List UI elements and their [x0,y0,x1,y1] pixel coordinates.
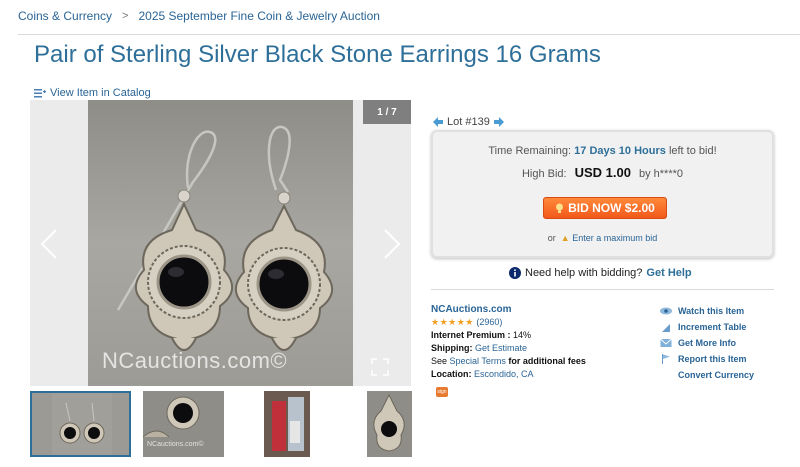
watch-item-label: Watch this Item [678,306,745,316]
seller-link[interactable]: NCAuctions.com [431,304,512,315]
thumbnail-3[interactable] [264,391,310,457]
get-more-info-label: Get More Info [678,338,736,348]
rating-stars-icon: ★★★★★ [431,317,474,327]
convert-currency-link[interactable]: Convert Currency [660,367,754,383]
arrow-up-icon: ▲ [560,233,570,243]
info-icon [509,267,521,279]
breadcrumb-link-auction[interactable]: 2025 September Fine Coin & Jewelry Aucti… [138,9,379,23]
breadcrumb: Coins & Currency > 2025 September Fine C… [18,9,380,23]
fullscreen-icon[interactable] [371,358,389,376]
image-counter: 1 / 7 [363,100,411,124]
shipping-label: Shipping: [431,343,473,353]
high-bid-label: High Bid: [521,168,567,180]
next-lot-arrow-icon[interactable] [493,117,504,127]
view-in-catalog-label: View Item in Catalog [50,87,151,99]
or-text: or [547,233,556,243]
get-help-link[interactable]: Get Help [646,267,691,279]
report-item-label: Report this Item [678,354,747,364]
bidding-help: Need help with bidding? Get Help [509,267,692,279]
help-divider [431,289,774,290]
sign-badge-icon: sign [436,387,448,397]
terms-suffix: for additional fees [508,356,586,366]
list-icon [34,88,46,97]
flag-icon [662,354,670,364]
thumbnail-strip: NCauctions.com© [30,391,412,457]
lot-number: Lot #139 [447,116,490,128]
header-divider [18,34,800,35]
previous-lot-arrow-icon[interactable] [433,117,443,127]
view-in-catalog-link[interactable]: View Item in Catalog [34,87,151,99]
help-text: Need help with bidding? [525,267,643,279]
seller-info: NCAuctions.com ★★★★★ (2960) Internet Pre… [431,303,586,381]
terms-prefix: See [431,356,448,366]
premium-value: 14% [513,330,532,340]
lightbulb-icon [556,203,564,213]
time-remaining-label: Time Remaining: [488,145,572,157]
lot-navigation: Lot #139 [433,116,504,128]
breadcrumb-link-category[interactable]: Coins & Currency [18,9,112,23]
premium-label: Internet Premium : [431,330,511,340]
enter-max-bid-link[interactable]: Enter a maximum bid [572,233,657,243]
earrings-image [116,125,333,351]
report-item-link[interactable]: Report this Item [660,351,754,367]
high-bidder: by h****0 [638,168,684,180]
bid-now-label: BID NOW $2.00 [568,201,655,215]
location-label: Location: [431,369,472,379]
breadcrumb-separator: > [122,10,129,22]
location-link[interactable]: Escondido, CA [474,369,534,379]
item-actions: Watch this Item Increment Table Get More… [660,303,754,383]
special-terms-link[interactable]: Special Terms [450,356,506,366]
image-watermark: NCauctions.com© [102,348,288,373]
get-more-info-link[interactable]: Get More Info [660,335,754,351]
max-bid-row: or ▲ Enter a maximum bid [433,233,772,243]
chart-icon [662,324,670,332]
earring-detail-thumbnail-image [373,393,405,452]
earrings-thumbnail-image [52,393,112,455]
previous-image-arrow-icon[interactable] [38,228,62,260]
envelope-icon [660,338,672,347]
time-remaining-row: Time Remaining: 17 Days 10 Hours left to… [433,145,772,157]
bid-panel: Time Remaining: 17 Days 10 Hours left to… [431,130,774,258]
time-remaining-value: 17 Days 10 Hours [574,145,666,157]
next-image-arrow-icon[interactable] [379,228,403,260]
eye-icon [660,307,672,315]
main-product-image[interactable]: NCauctions.com© [88,100,353,386]
get-estimate-link[interactable]: Get Estimate [475,343,527,353]
bid-now-button[interactable]: BID NOW $2.00 [543,197,667,219]
display-case-thumbnail-image [264,391,310,457]
thumbnail-1[interactable] [30,391,131,457]
page-title: Pair of Sterling Silver Black Stone Earr… [34,41,601,68]
rating-count-link[interactable]: (2960) [476,317,502,327]
image-viewer: NCauctions.com© 1 / 7 [30,100,411,386]
thumbnail-2[interactable]: NCauctions.com© [143,391,224,457]
thumbnail-watermark: NCauctions.com© [147,441,204,448]
increment-table-label: Increment Table [678,322,747,332]
high-bid-value: USD 1.00 [574,165,631,180]
increment-table-link[interactable]: Increment Table [660,319,754,335]
convert-currency-label: Convert Currency [678,370,755,380]
watch-item-link[interactable]: Watch this Item [660,303,754,319]
time-remaining-suffix: left to bid! [668,145,717,157]
high-bid-row: High Bid: USD 1.00 by h****0 [433,165,772,180]
thumbnail-4[interactable] [367,391,412,457]
